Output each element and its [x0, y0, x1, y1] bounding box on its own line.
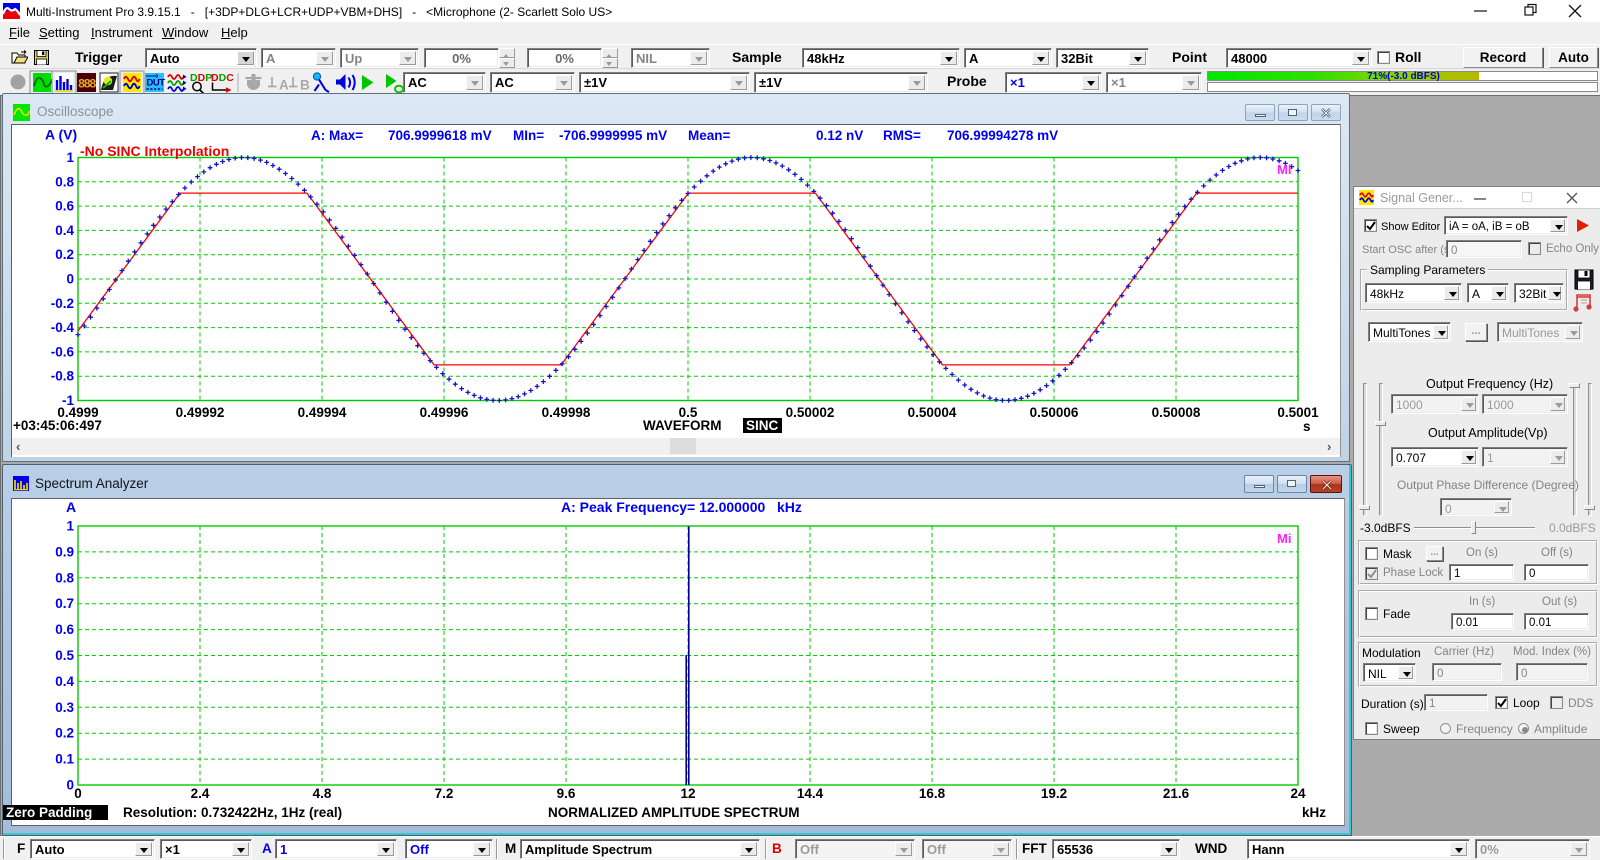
svg-text:NORMALIZED AMPLITUDE SPECTRUM: NORMALIZED AMPLITUDE SPECTRUM [548, 805, 800, 820]
svg-text:0.50008: 0.50008 [1152, 405, 1201, 420]
svg-text:0.49998: 0.49998 [542, 405, 591, 420]
svg-text:0.5: 0.5 [55, 648, 74, 663]
svg-text:0.50002: 0.50002 [786, 405, 835, 420]
svg-text:2.4: 2.4 [191, 786, 210, 801]
svg-text:0.6: 0.6 [55, 199, 74, 214]
svg-text:DDC: DDC [211, 72, 234, 84]
svg-text:A: A [66, 499, 76, 515]
svg-text:Zero Padding: Zero Padding [6, 805, 92, 820]
svg-text:0: 0 [74, 786, 82, 801]
svg-text:-No SINC Interpolation: -No SINC Interpolation [80, 143, 229, 159]
svg-text:0.2: 0.2 [55, 247, 74, 262]
svg-text:0.4: 0.4 [55, 223, 74, 238]
svg-text:B: B [300, 78, 310, 93]
svg-text:0.5001: 0.5001 [1277, 405, 1319, 420]
svg-text:19.2: 19.2 [1041, 786, 1067, 801]
svg-text:-0.4: -0.4 [51, 320, 75, 335]
svg-text:0.49994: 0.49994 [298, 405, 347, 420]
svg-text:Resolution: 0.732422Hz, 1Hz (r: Resolution: 0.732422Hz, 1Hz (real) [123, 805, 342, 820]
svg-text:0.9: 0.9 [55, 544, 74, 559]
svg-text:A: Max=: A: Max= [311, 128, 363, 143]
svg-text:0.7: 0.7 [55, 596, 74, 611]
svg-text:21.6: 21.6 [1163, 786, 1190, 801]
svg-text:1: 1 [66, 519, 74, 534]
svg-text:Mi: Mi [1277, 531, 1291, 546]
svg-text:-706.9999995 mV: -706.9999995 mV [559, 128, 667, 143]
svg-text:7.2: 7.2 [435, 786, 454, 801]
svg-text:Mi: Mi [1277, 162, 1291, 177]
svg-text:0.50006: 0.50006 [1030, 405, 1079, 420]
svg-text:SINC: SINC [746, 418, 779, 433]
svg-text:DDP: DDP [190, 72, 212, 84]
svg-text:888: 888 [78, 77, 96, 91]
svg-text:0.49996: 0.49996 [420, 405, 469, 420]
svg-text:-0.6: -0.6 [51, 344, 75, 359]
svg-text:0.49992: 0.49992 [176, 405, 225, 420]
svg-text:4.8: 4.8 [313, 786, 332, 801]
svg-text:0: 0 [66, 272, 74, 287]
svg-text:-0.8: -0.8 [51, 369, 75, 384]
svg-text:1: 1 [66, 150, 74, 165]
svg-text:0: 0 [66, 778, 74, 793]
svg-text:12: 12 [680, 786, 695, 801]
svg-text:Mean=: Mean= [688, 128, 731, 143]
svg-text:0.4: 0.4 [55, 674, 74, 689]
svg-text:MIn=: MIn= [513, 128, 544, 143]
svg-text:0.8: 0.8 [55, 174, 74, 189]
svg-text:0.50004: 0.50004 [908, 405, 957, 420]
svg-text:706.9999618 mV: 706.9999618 mV [388, 128, 492, 143]
svg-text:9.6: 9.6 [557, 786, 576, 801]
svg-text:16.8: 16.8 [919, 786, 946, 801]
svg-text:A: A [279, 78, 289, 93]
svg-text:+03:45:06:497: +03:45:06:497 [13, 418, 102, 433]
svg-text:A (V): A (V) [45, 127, 77, 143]
svg-text:kHz: kHz [1302, 805, 1326, 820]
svg-text:-0.2: -0.2 [51, 296, 74, 311]
svg-text:706.99994278 mV: 706.99994278 mV [947, 128, 1058, 143]
svg-text:0.3: 0.3 [55, 700, 74, 715]
svg-text:DUT: DUT [147, 78, 166, 89]
svg-text:24: 24 [1290, 786, 1306, 801]
svg-text:0.6: 0.6 [55, 622, 74, 637]
svg-text:RMS=: RMS= [883, 128, 921, 143]
svg-text:0.8: 0.8 [55, 570, 74, 585]
svg-text:14.4: 14.4 [797, 786, 824, 801]
svg-text:0.2: 0.2 [55, 726, 74, 741]
svg-text:s: s [1303, 419, 1311, 434]
svg-text:WAVEFORM: WAVEFORM [643, 418, 722, 433]
svg-text:A: Peak Frequency= 12.000000: A: Peak Frequency= 12.000000 kHz [561, 499, 802, 515]
svg-text:0.1: 0.1 [55, 752, 74, 767]
svg-text:0.12 nV: 0.12 nV [816, 128, 863, 143]
